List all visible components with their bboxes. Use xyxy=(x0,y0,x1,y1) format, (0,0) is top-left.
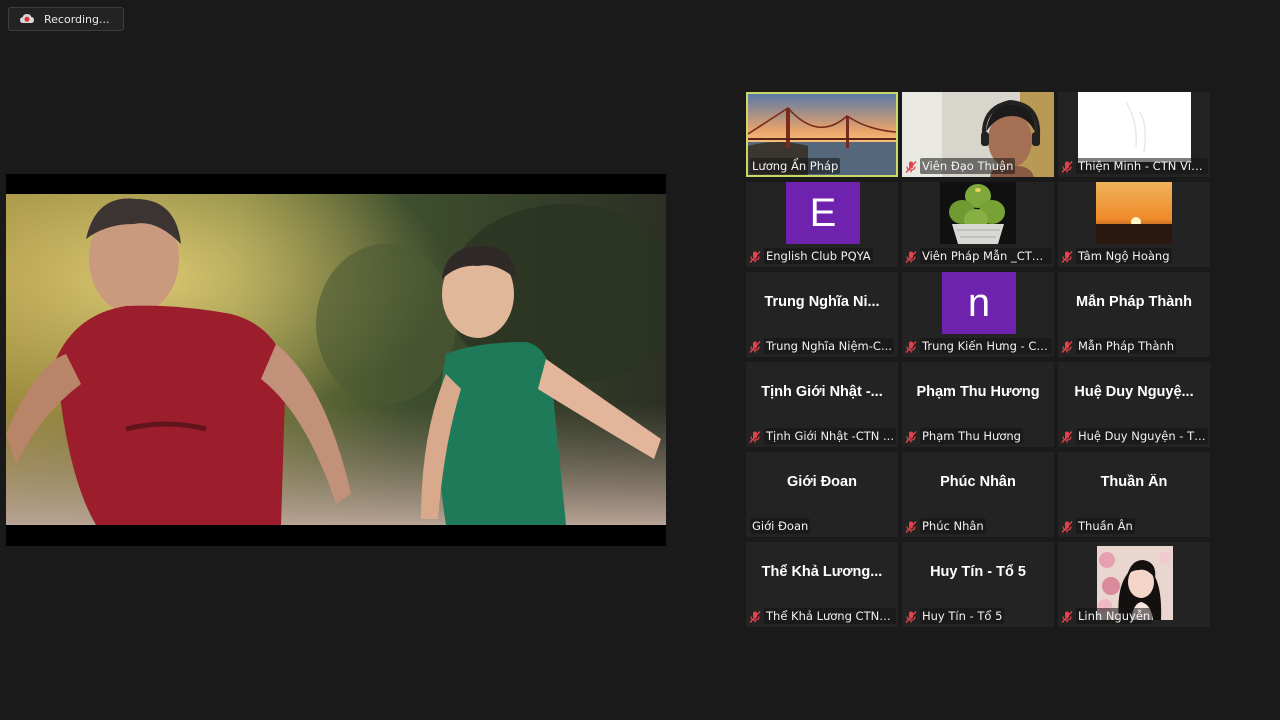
participant-name-bar: Trung Kiến Hưng - CT... xyxy=(904,338,1052,354)
recording-indicator-button[interactable]: Recording... xyxy=(8,7,124,31)
participant-name-label: Thể Khả Lương CTN-... xyxy=(764,608,896,624)
participant-name-label: Lương Ẩn Pháp xyxy=(750,158,841,174)
participant-name-bar: Thiện Minh - CTN Vĩnh... xyxy=(1060,158,1208,174)
participant-name-bar: Huệ Duy Nguyện - Tổ... xyxy=(1060,428,1208,444)
participant-tile[interactable]: Thể Khả Lương... Thể Khả Lương CTN-... xyxy=(746,542,898,627)
participant-tile[interactable]: Thuần Ân Thuần Ân xyxy=(1058,452,1210,537)
participant-display-name: Phúc Nhân xyxy=(940,474,1016,490)
participant-tile[interactable]: Viên Pháp Mẫn _CTN ... xyxy=(902,182,1054,267)
participant-name-label: Huy Tín - Tổ 5 xyxy=(920,608,1005,624)
participant-name-label: Trung Nghĩa Niệm-C... xyxy=(764,338,894,354)
muted-mic-icon xyxy=(748,429,762,443)
participant-name-label: Tâm Ngộ Hoàng xyxy=(1076,248,1172,264)
participant-display-name: Trung Nghĩa Ni... xyxy=(764,294,880,310)
participant-name-label: Phạm Thu Hương xyxy=(920,428,1023,444)
participant-tile[interactable]: Lương Ẩn Pháp xyxy=(746,92,898,177)
participant-tile[interactable]: Thiện Minh - CTN Vĩnh... xyxy=(1058,92,1210,177)
shared-screen-video[interactable] xyxy=(6,174,666,546)
participant-name-bar: Viên Pháp Mẫn _CTN ... xyxy=(904,248,1052,264)
participant-display-name: Mẫn Pháp Thành xyxy=(1076,294,1192,310)
muted-mic-icon xyxy=(1060,429,1074,443)
participant-name-bar: Giới Đoan xyxy=(750,518,896,534)
participant-name-label: Viên Pháp Mẫn _CTN ... xyxy=(920,248,1052,264)
participant-name-label: Trung Kiến Hưng - CT... xyxy=(920,338,1052,354)
participant-name-label: Tịnh Giới Nhật -CTN ... xyxy=(764,428,896,444)
participant-name-bar: Tâm Ngộ Hoàng xyxy=(1060,248,1208,264)
avatar: n xyxy=(942,272,1016,334)
participant-tile[interactable]: n Trung Kiến Hưng - CT... xyxy=(902,272,1054,357)
participant-name-label: Thiện Minh - CTN Vĩnh... xyxy=(1076,158,1208,174)
participant-display-name: Phạm Thu Hương xyxy=(916,384,1040,400)
muted-mic-icon xyxy=(904,159,918,173)
participant-display-name: Thể Khả Lương... xyxy=(761,564,883,580)
participant-tile[interactable]: E English Club PQYA xyxy=(746,182,898,267)
participant-name-bar: Thể Khả Lương CTN-... xyxy=(748,608,896,624)
participant-tile[interactable]: Trung Nghĩa Ni... Trung Nghĩa Niệm-C... xyxy=(746,272,898,357)
participant-name-bar: Lương Ẩn Pháp xyxy=(750,158,896,174)
participant-name-label: English Club PQYA xyxy=(764,248,873,264)
participant-name-label: Phúc Nhân xyxy=(920,518,986,534)
participant-name-bar: Linh Nguyễn xyxy=(1060,608,1208,624)
participant-name-bar: Phúc Nhân xyxy=(904,518,1052,534)
participant-name-bar: Viên Đạo Thuận xyxy=(904,158,1052,174)
participant-video xyxy=(1078,92,1191,162)
muted-mic-icon xyxy=(748,609,762,623)
participant-name-label: Thuần Ân xyxy=(1076,518,1135,534)
participant-display-name: Huệ Duy Nguyệ... xyxy=(1074,384,1194,400)
muted-mic-icon xyxy=(904,429,918,443)
participant-tile[interactable]: Viên Đạo Thuận xyxy=(902,92,1054,177)
participant-name-bar: Thuần Ân xyxy=(1060,518,1208,534)
participant-name-bar: Tịnh Giới Nhật -CTN ... xyxy=(748,428,896,444)
muted-mic-icon xyxy=(1060,339,1074,353)
participant-tile[interactable]: Mẫn Pháp Thành Mẫn Pháp Thành xyxy=(1058,272,1210,357)
muted-mic-icon xyxy=(904,519,918,533)
muted-mic-icon xyxy=(748,339,762,353)
participant-display-name: Giới Đoan xyxy=(787,474,857,490)
participant-display-name: Thuần Ân xyxy=(1100,474,1168,490)
muted-mic-icon xyxy=(1060,609,1074,623)
participant-name-bar: Huy Tín - Tổ 5 xyxy=(904,608,1052,624)
participant-name-bar: Mẫn Pháp Thành xyxy=(1060,338,1208,354)
participant-gallery: Lương Ẩn Pháp Viên Đạo Thuận Thiện Minh - … xyxy=(746,92,1210,627)
participant-name-label: Huệ Duy Nguyện - Tổ... xyxy=(1076,428,1208,444)
participant-video xyxy=(1096,182,1172,244)
participant-tile[interactable]: Phạm Thu Hương Phạm Thu Hương xyxy=(902,362,1054,447)
recording-label: Recording... xyxy=(44,12,110,26)
participant-name-bar: Trung Nghĩa Niệm-C... xyxy=(748,338,896,354)
participant-tile[interactable]: Phúc Nhân Phúc Nhân xyxy=(902,452,1054,537)
participant-tile[interactable]: Giới Đoan Giới Đoan xyxy=(746,452,898,537)
participant-name-label: Linh Nguyễn xyxy=(1076,608,1153,624)
participant-name-label: Viên Đạo Thuận xyxy=(920,158,1016,174)
participant-display-name: Huy Tín - Tổ 5 xyxy=(930,564,1026,580)
muted-mic-icon xyxy=(904,249,918,263)
participant-tile[interactable]: Tâm Ngộ Hoàng xyxy=(1058,182,1210,267)
participant-video xyxy=(940,182,1016,244)
muted-mic-icon xyxy=(904,339,918,353)
participant-name-bar: English Club PQYA xyxy=(748,248,896,264)
participant-name-label: Mẫn Pháp Thành xyxy=(1076,338,1177,354)
shared-video-frame xyxy=(6,174,666,546)
participant-tile[interactable]: Tịnh Giới Nhật -... Tịnh Giới Nhật -CTN .… xyxy=(746,362,898,447)
participant-tile[interactable]: Huy Tín - Tổ 5 Huy Tín - Tổ 5 xyxy=(902,542,1054,627)
participant-display-name: Tịnh Giới Nhật -... xyxy=(761,384,883,400)
participant-name-bar: Phạm Thu Hương xyxy=(904,428,1052,444)
muted-mic-icon xyxy=(1060,519,1074,533)
participant-tile[interactable]: Huệ Duy Nguyệ... Huệ Duy Nguyện - Tổ... xyxy=(1058,362,1210,447)
participant-name-label: Giới Đoan xyxy=(750,518,811,534)
muted-mic-icon xyxy=(1060,249,1074,263)
recording-cloud-icon xyxy=(19,11,35,27)
muted-mic-icon xyxy=(904,609,918,623)
muted-mic-icon xyxy=(748,249,762,263)
participant-tile[interactable]: Linh Nguyễn xyxy=(1058,542,1210,627)
avatar: E xyxy=(786,182,860,244)
muted-mic-icon xyxy=(1060,159,1074,173)
